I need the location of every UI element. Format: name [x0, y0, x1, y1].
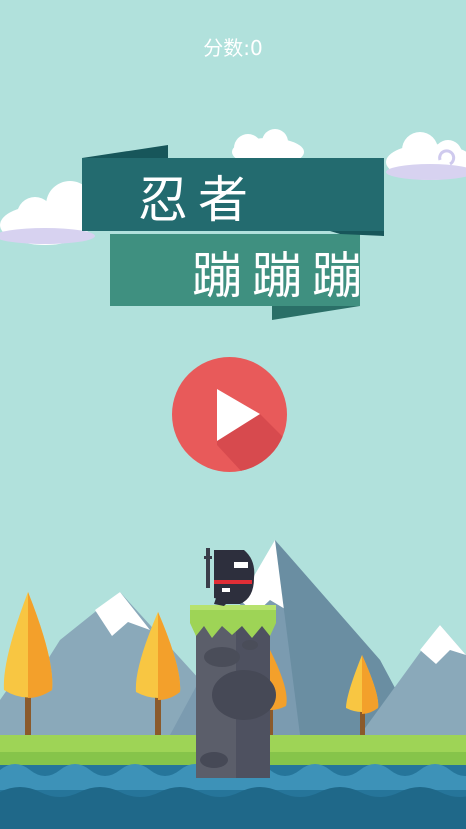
play-icon [217, 389, 287, 472]
score-label: 分数:0 [203, 36, 263, 60]
cloud-left [0, 181, 95, 245]
play-button[interactable] [172, 357, 287, 472]
title-line-1: 忍者 [138, 171, 258, 229]
ninja-character [204, 548, 255, 606]
cloud-right [386, 132, 466, 180]
title-line-2: 蹦蹦蹦 [192, 247, 372, 305]
stone-pillar [190, 605, 276, 778]
